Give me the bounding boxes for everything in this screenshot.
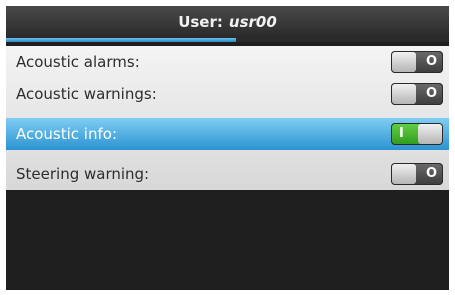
setting-row-acoustic-alarms[interactable]: Acoustic alarms: O bbox=[6, 46, 449, 78]
title-bar: User: usr00 bbox=[6, 6, 449, 38]
toggle-steering-warning[interactable]: O bbox=[391, 163, 443, 185]
toggle-acoustic-alarms[interactable]: O bbox=[391, 51, 443, 73]
toggle-state-text: O bbox=[425, 54, 437, 69]
toggle-knob bbox=[392, 52, 416, 72]
progress-track bbox=[6, 38, 449, 42]
title-prefix: User: bbox=[178, 13, 223, 31]
setting-label: Acoustic warnings: bbox=[16, 85, 157, 103]
progress-fill bbox=[6, 38, 237, 42]
user-name: usr00 bbox=[228, 13, 277, 31]
toggle-state-text: O bbox=[425, 166, 437, 181]
setting-row-acoustic-info[interactable]: Acoustic info: I bbox=[6, 118, 449, 150]
setting-label: Acoustic alarms: bbox=[16, 53, 140, 71]
setting-row-acoustic-warnings[interactable]: Acoustic warnings: O bbox=[6, 78, 449, 110]
toggle-acoustic-info[interactable]: I bbox=[391, 123, 443, 145]
setting-label: Steering warning: bbox=[16, 165, 150, 183]
toggle-knob bbox=[392, 164, 416, 184]
toggle-knob bbox=[418, 124, 442, 144]
settings-list: Acoustic alarms: O Acoustic warnings: O … bbox=[6, 46, 449, 190]
toggle-state-text: O bbox=[425, 86, 437, 101]
setting-row-steering-warning[interactable]: Steering warning: O bbox=[6, 158, 449, 190]
device-screen: User: usr00 Acoustic alarms: O Acoustic … bbox=[6, 6, 449, 290]
toggle-acoustic-warnings[interactable]: O bbox=[391, 83, 443, 105]
toggle-knob bbox=[392, 84, 416, 104]
setting-label: Acoustic info: bbox=[16, 125, 117, 143]
toggle-state-text: I bbox=[399, 126, 404, 141]
